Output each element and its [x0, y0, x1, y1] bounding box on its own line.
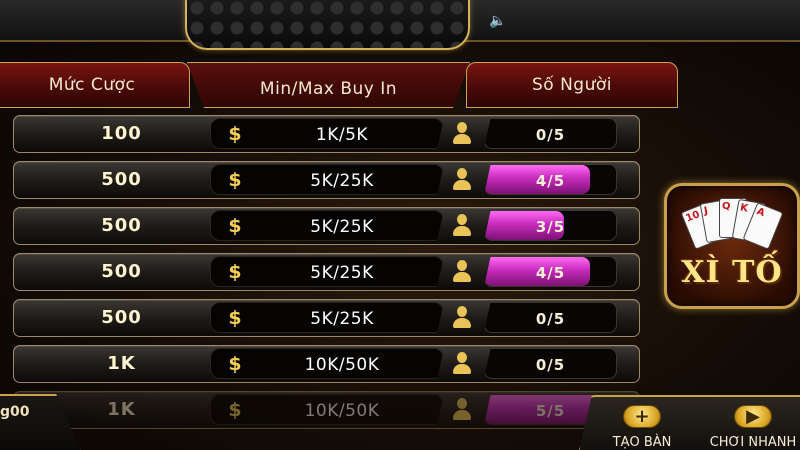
bet-value: 500 — [101, 307, 142, 328]
players-box: 4/5 — [484, 164, 617, 195]
header-players: Số Người — [466, 62, 678, 108]
players-box: 4/5 — [484, 256, 617, 287]
bet-value: 500 — [101, 215, 142, 236]
table-row[interactable]: 500 $ 5K/25K 4/5 — [13, 161, 640, 199]
balance-value: g00 — [0, 404, 30, 420]
bet-value: 500 — [101, 261, 142, 282]
players-box: 0/5 — [484, 302, 617, 333]
players-count: 0/5 — [535, 355, 566, 374]
user-icon — [451, 260, 473, 284]
buyin-box: $ 5K/25K — [210, 256, 444, 287]
game-title: XÌ TỐ — [681, 254, 783, 290]
bet-value: 1K — [107, 353, 136, 374]
user-icon — [451, 398, 473, 422]
dollar-icon: $ — [228, 353, 242, 375]
players-count: 0/5 — [535, 125, 566, 144]
header-buyin: Min/Max Buy In — [187, 62, 470, 108]
players-count: 3/5 — [535, 217, 566, 236]
header-buyin-label: Min/Max Buy In — [259, 79, 398, 99]
table-row[interactable]: 500 $ 5K/25K 0/5 — [13, 299, 640, 337]
play-now-button[interactable]: ▶ CHƠI NHANH — [703, 405, 800, 450]
dollar-icon: $ — [228, 261, 242, 283]
players-count: 4/5 — [535, 263, 566, 282]
buyin-box: $ 5K/25K — [210, 302, 444, 333]
top-center-panel — [185, 0, 470, 50]
buyin-value: 10K/50K — [304, 354, 380, 375]
playing-cards-icon: 10 J Q K A — [680, 196, 784, 256]
buyin-box: $ 10K/50K — [210, 394, 444, 425]
buyin-value: 5K/25K — [310, 308, 374, 329]
speaker-icon[interactable]: 🔈 — [489, 13, 506, 29]
buyin-value: 10K/50K — [304, 400, 380, 421]
buyin-box: $ 5K/25K — [210, 210, 444, 241]
create-table-label: TẠO BÀN — [612, 435, 672, 450]
buyin-value: 5K/25K — [310, 262, 374, 283]
buyin-value: 5K/25K — [310, 170, 374, 191]
players-box: 0/5 — [484, 348, 617, 379]
user-icon — [451, 122, 473, 146]
table-row[interactable]: 100 $ 1K/5K 0/5 — [13, 115, 640, 153]
buyin-box: $ 1K/5K — [210, 118, 444, 149]
buyin-value: 1K/5K — [315, 124, 369, 145]
table-row[interactable]: 500 $ 5K/25K 3/5 — [13, 207, 640, 245]
header-players-label: Số Người — [531, 75, 612, 95]
players-count: 4/5 — [535, 171, 566, 190]
buyin-value: 5K/25K — [310, 216, 374, 237]
players-box: 0/5 — [484, 118, 617, 149]
user-icon — [451, 168, 473, 192]
user-icon — [451, 214, 473, 238]
plus-icon: + — [623, 405, 661, 428]
players-box: 3/5 — [484, 210, 617, 241]
table-row[interactable]: 1K $ 10K/50K 5/5 — [13, 391, 640, 429]
dollar-icon: $ — [228, 215, 242, 237]
create-table-button[interactable]: + TẠO BÀN — [592, 405, 692, 450]
bet-value: 500 — [101, 169, 142, 190]
dollar-icon: $ — [228, 307, 242, 329]
buyin-box: $ 10K/50K — [210, 348, 444, 379]
dollar-icon: $ — [228, 123, 242, 145]
players-count: 0/5 — [535, 309, 566, 328]
bet-value: 1K — [107, 399, 136, 420]
header-bet-label: Mức Cược — [48, 75, 136, 95]
header-bet: Mức Cược — [0, 62, 190, 108]
play-now-label: CHƠI NHANH — [709, 435, 797, 450]
table-row[interactable]: 1K $ 10K/50K 0/5 — [13, 345, 640, 383]
user-icon — [451, 352, 473, 376]
table-header: Mức Cược Min/Max Buy In Số Người — [0, 62, 680, 108]
dollar-icon: $ — [228, 169, 242, 191]
buyin-box: $ 5K/25K — [210, 164, 444, 195]
user-icon — [451, 306, 473, 330]
dollar-icon: $ — [228, 399, 242, 421]
game-logo-xi-to[interactable]: 10 J Q K A XÌ TỐ — [664, 183, 800, 309]
bet-value: 100 — [101, 123, 142, 144]
play-icon: ▶ — [734, 405, 772, 428]
table-row[interactable]: 500 $ 5K/25K 4/5 — [13, 253, 640, 291]
